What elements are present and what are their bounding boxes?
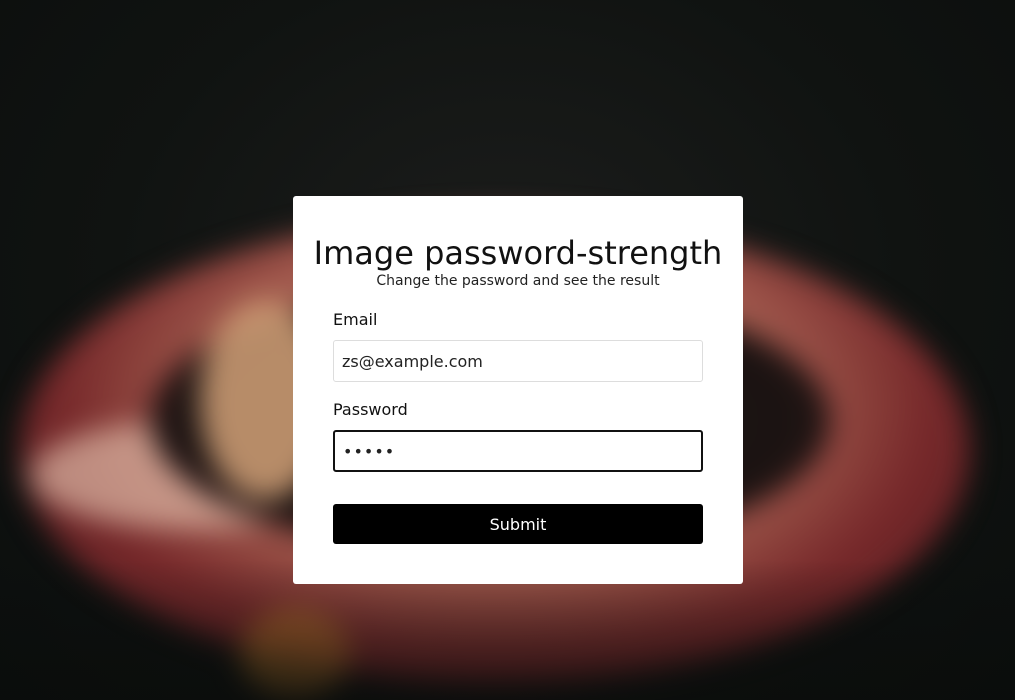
- form-subtitle: Change the password and see the result: [376, 273, 660, 289]
- password-label: Password: [333, 400, 408, 419]
- email-input[interactable]: [333, 340, 703, 382]
- submit-button[interactable]: Submit: [333, 504, 703, 544]
- password-form-card: Image password-strength Change the passw…: [293, 196, 743, 584]
- password-input[interactable]: [333, 430, 703, 472]
- email-label: Email: [333, 310, 378, 329]
- form-title: Image password-strength: [313, 234, 723, 272]
